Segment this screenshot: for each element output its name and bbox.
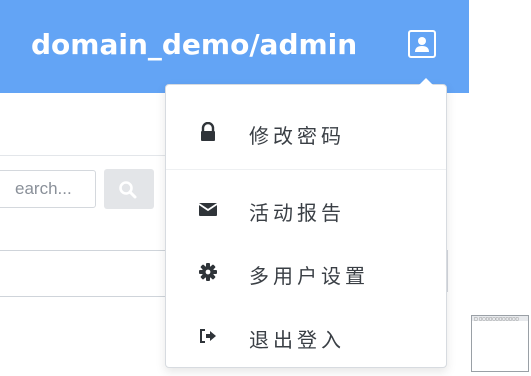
menu-item-multi-user-settings[interactable]: 多用户设置 xyxy=(166,252,446,292)
menu-divider xyxy=(166,169,446,170)
tenant-title[interactable]: domain_demo/admin xyxy=(31,28,357,61)
menu-item-label: 退出登入 xyxy=(249,328,345,352)
search-input[interactable]: earch... xyxy=(0,170,96,208)
gear-icon xyxy=(198,262,218,282)
divider xyxy=(0,155,170,156)
top-bar: domain_demo/admin xyxy=(0,0,469,93)
user-avatar-button[interactable] xyxy=(408,30,436,58)
menu-item-activity-report[interactable]: 活动报告 xyxy=(166,189,446,229)
search-icon xyxy=(119,181,137,199)
thumbnail-caption: □ ◻◻◻◻◻◻◻◻◻◻◻◻ xyxy=(474,316,519,321)
lock-icon xyxy=(198,121,218,142)
user-icon xyxy=(415,37,429,52)
menu-item-label: 活动报告 xyxy=(249,201,345,225)
divider xyxy=(447,250,448,292)
envelope-icon xyxy=(198,199,218,219)
menu-item-change-password[interactable]: 修改密码 xyxy=(166,112,446,152)
menu-item-label: 多用户设置 xyxy=(249,264,369,288)
dropdown-caret xyxy=(418,78,434,86)
user-dropdown-menu: 修改密码 活动报告 多用户设置 退出登入 xyxy=(165,84,447,368)
thumbnail-preview[interactable]: □ ◻◻◻◻◻◻◻◻◻◻◻◻ xyxy=(471,315,529,372)
sign-out-icon xyxy=(198,326,218,346)
search-button[interactable] xyxy=(104,169,154,209)
table-row[interactable] xyxy=(0,251,170,297)
table-divider xyxy=(0,296,170,297)
menu-item-logout[interactable]: 退出登入 xyxy=(166,316,446,356)
menu-item-label: 修改密码 xyxy=(249,124,345,148)
